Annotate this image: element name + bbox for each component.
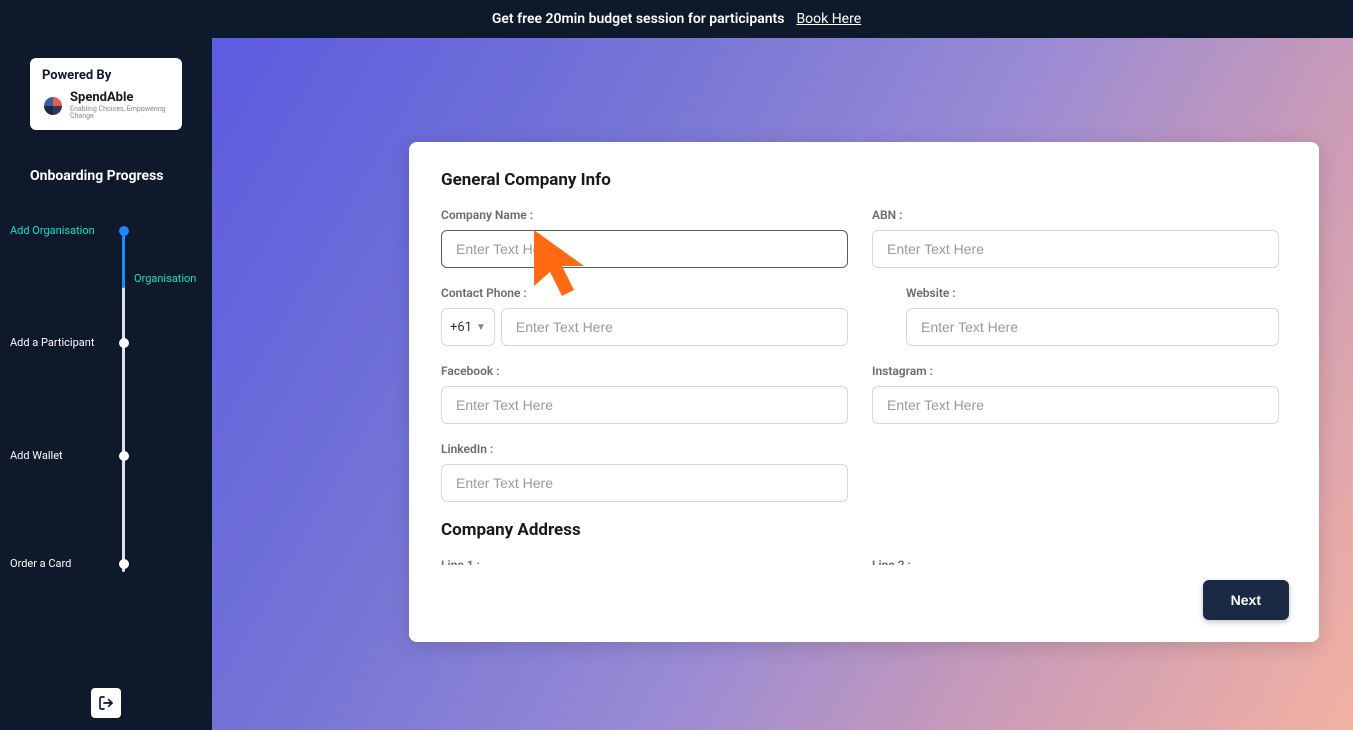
section-general-title: General Company Info	[441, 170, 1279, 190]
contact-phone-label: Contact Phone :	[441, 286, 848, 300]
chevron-down-icon: ▼	[476, 322, 486, 333]
linkedin-input[interactable]	[441, 464, 848, 502]
website-input[interactable]	[906, 308, 1279, 346]
instagram-input[interactable]	[872, 386, 1279, 424]
contact-phone-input[interactable]	[501, 308, 848, 346]
progress-title: Onboarding Progress	[0, 168, 163, 184]
powered-by-card: Powered By SpendAble Enabling Choices, E…	[30, 58, 182, 130]
step-order-card[interactable]: Order a Card	[0, 557, 212, 570]
facebook-label: Facebook :	[441, 364, 848, 378]
sidebar: Powered By SpendAble Enabling Choices, E…	[0, 38, 212, 730]
brand-tagline: Enabling Choices, Empowering Change	[70, 106, 170, 120]
instagram-label: Instagram :	[872, 364, 1279, 378]
phone-country-code-select[interactable]: +61 ▼	[441, 308, 495, 346]
content-area: General Company Info Company Name : ABN …	[212, 38, 1353, 730]
logout-icon	[98, 695, 114, 711]
banner-text: Get free 20min budget session for partic…	[492, 11, 785, 27]
powered-by-label: Powered By	[42, 68, 170, 83]
promo-banner: Get free 20min budget session for partic…	[0, 0, 1353, 38]
step-add-participant[interactable]: Add a Participant	[0, 336, 212, 349]
line2-label: Line 2 :	[872, 558, 1279, 565]
book-here-link[interactable]: Book Here	[796, 11, 861, 27]
website-label: Website :	[872, 286, 1279, 300]
card-footer: Next	[409, 565, 1319, 642]
next-button[interactable]: Next	[1203, 580, 1289, 620]
company-name-input[interactable]	[441, 230, 848, 268]
step-add-organisation[interactable]: Add Organisation	[0, 224, 212, 237]
step-add-wallet[interactable]: Add Wallet	[0, 449, 212, 462]
section-address-title: Company Address	[441, 520, 1279, 540]
progress-timeline: Add Organisation Organisation Add a Part…	[0, 224, 212, 584]
form-scroll-area[interactable]: General Company Info Company Name : ABN …	[409, 142, 1319, 565]
abn-label: ABN :	[872, 208, 1279, 222]
company-name-label: Company Name :	[441, 208, 848, 222]
facebook-input[interactable]	[441, 386, 848, 424]
line1-label: Line 1 :	[441, 558, 848, 565]
logout-button[interactable]	[91, 688, 121, 718]
form-card: General Company Info Company Name : ABN …	[409, 142, 1319, 642]
linkedin-label: LinkedIn :	[441, 442, 848, 456]
spendable-logo-icon	[42, 95, 64, 117]
abn-input[interactable]	[872, 230, 1279, 268]
brand-name: SpendAble	[70, 91, 170, 104]
